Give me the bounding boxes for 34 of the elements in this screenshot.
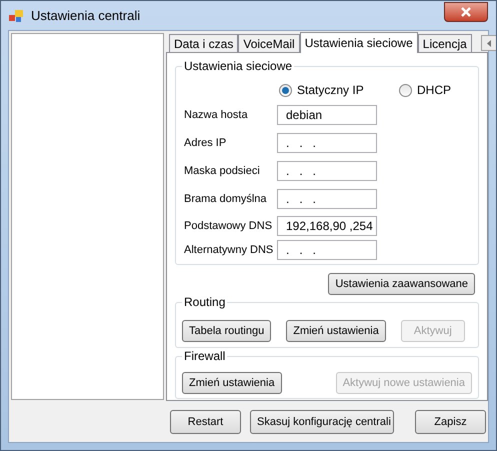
- input-field[interactable]: . . .: [277, 189, 377, 209]
- field-label: Brama domyślna: [184, 192, 268, 207]
- button[interactable]: Zmień ustawienia: [182, 372, 282, 394]
- field-label: Maska podsieci: [184, 164, 261, 179]
- group-title: Firewall: [182, 349, 228, 363]
- group-title: Routing: [182, 295, 228, 309]
- close-button[interactable]: [444, 2, 488, 22]
- tab[interactable]: VoiceMail: [238, 34, 300, 52]
- button[interactable]: Tabela routingu: [182, 320, 272, 342]
- button[interactable]: Skasuj konfigurację centrali: [250, 410, 394, 434]
- radio-option[interactable]: DHCP: [399, 81, 452, 99]
- tab[interactable]: Data i czas: [169, 34, 238, 52]
- input-field[interactable]: debian: [277, 105, 377, 125]
- input-field[interactable]: 192,168,90 ,254: [277, 216, 377, 236]
- left-arrow-icon: [486, 40, 491, 46]
- input-field[interactable]: . . .: [277, 240, 377, 260]
- input-field[interactable]: . . .: [277, 133, 377, 153]
- group-title: Ustawienia sieciowe: [182, 59, 294, 73]
- field-label: Podstawowy DNS: [184, 218, 274, 234]
- button[interactable]: Zmień ustawienia: [286, 320, 386, 342]
- close-icon: [461, 6, 471, 16]
- window-title: Ustawienia centrali: [31, 6, 142, 25]
- field-label: Nazwa hosta: [184, 108, 249, 123]
- radio-option[interactable]: Statyczny IP: [279, 81, 399, 99]
- button[interactable]: Zapisz: [415, 410, 486, 434]
- button[interactable]: Restart: [170, 410, 241, 434]
- input-field[interactable]: . . .: [277, 161, 377, 181]
- tab[interactable]: Ustawienia sieciowe: [300, 32, 418, 53]
- field-label: Alternatywny DNS: [184, 242, 274, 258]
- tab[interactable]: Licencja: [418, 34, 472, 52]
- field-label: Adres IP: [184, 136, 228, 151]
- window-icon: [9, 8, 25, 22]
- scroll-left-button[interactable]: [480, 35, 496, 51]
- button[interactable]: Ustawienia zaawansowane: [328, 273, 475, 295]
